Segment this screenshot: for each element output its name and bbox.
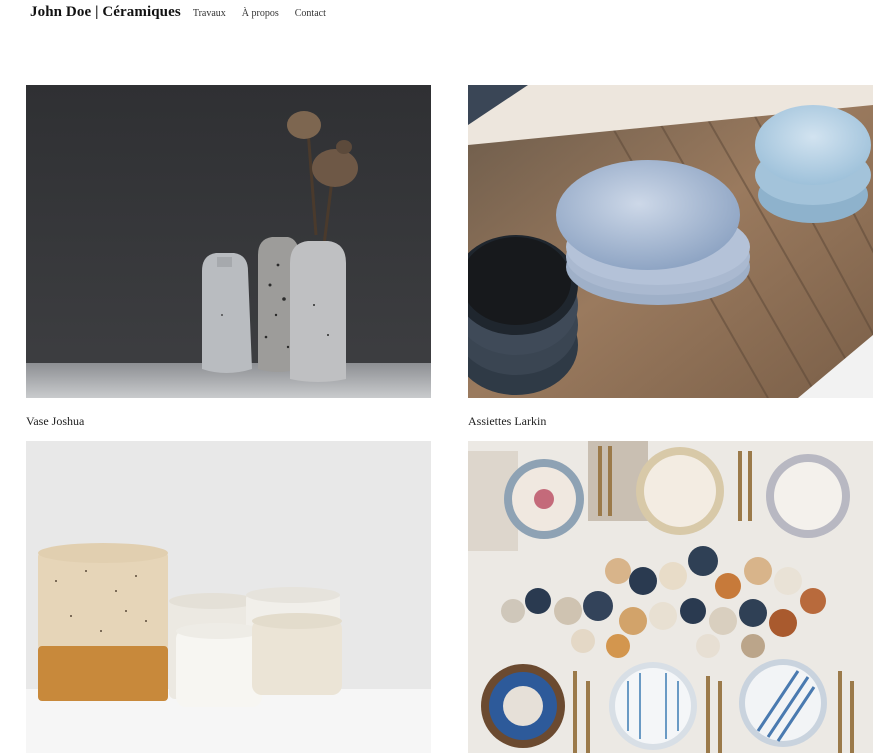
work-image-vase-joshua[interactable] xyxy=(26,85,431,398)
main-nav: Travaux À propos Contact xyxy=(193,8,326,19)
table-setting-photo xyxy=(468,441,873,753)
nav-a-propos[interactable]: À propos xyxy=(242,8,279,19)
site-brand[interactable]: John Doe | Céramiques xyxy=(30,4,181,21)
work-image-cups[interactable] xyxy=(26,441,431,753)
work-title[interactable]: Vase Joshua xyxy=(26,414,84,429)
nav-travaux[interactable]: Travaux xyxy=(193,8,226,19)
work-image-table-setting[interactable] xyxy=(468,441,873,753)
plates-photo xyxy=(468,85,873,398)
nav-contact[interactable]: Contact xyxy=(295,8,326,19)
work-title[interactable]: Assiettes Larkin xyxy=(468,414,546,429)
work-image-assiettes-larkin[interactable] xyxy=(468,85,873,398)
cups-photo xyxy=(26,441,431,753)
site-header: John Doe | Céramiques Travaux À propos C… xyxy=(30,4,326,28)
vase-photo xyxy=(26,85,431,398)
